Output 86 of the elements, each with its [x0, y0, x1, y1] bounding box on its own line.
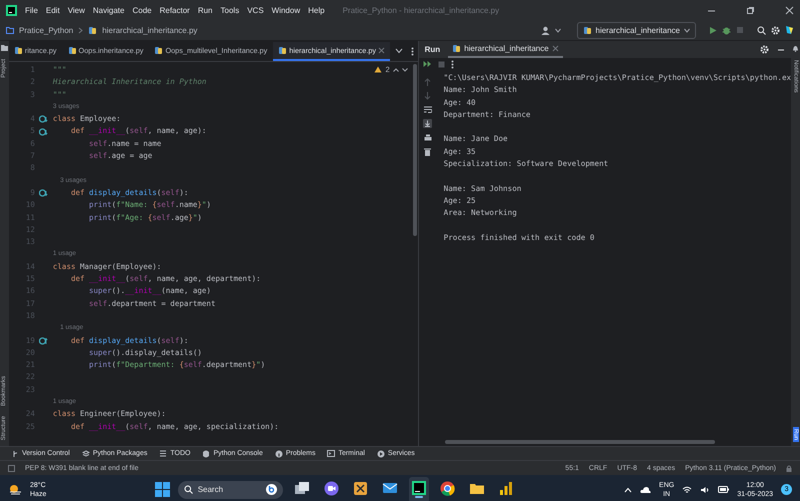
folder-icon — [468, 482, 485, 494]
folder-icon[interactable] — [0, 45, 8, 51]
browser-icon — [440, 480, 455, 496]
menu-item[interactable]: Tools — [220, 6, 240, 14]
user-icon[interactable] — [540, 26, 550, 34]
python-file-icon — [278, 46, 288, 54]
chevron-down-icon[interactable] — [402, 68, 408, 72]
search-icon — [184, 485, 193, 494]
chevron-down-icon[interactable] — [394, 48, 403, 54]
implemented-marker-icon — [39, 115, 48, 124]
start-icon[interactable] — [154, 482, 170, 497]
close-icon[interactable] — [552, 45, 559, 52]
more-icon[interactable] — [450, 60, 454, 68]
battery-icon[interactable] — [718, 486, 730, 493]
taskbar-app[interactable] — [408, 476, 429, 501]
menu-item[interactable]: Window — [272, 6, 300, 14]
breadcrumb-item[interactable]: Pratice_Python — [19, 26, 74, 34]
window-title: Pratice_Python - hierarchical_inheritance.py — [342, 6, 500, 14]
layers-icon — [82, 450, 90, 458]
menu-item[interactable]: Edit — [46, 6, 60, 14]
chevron-right-icon — [78, 26, 84, 34]
python-file-icon — [88, 26, 98, 34]
snipping-tool-icon — [352, 480, 368, 496]
bing-icon — [266, 484, 277, 495]
python-file-icon — [154, 46, 164, 54]
scroll-to-end-icon[interactable] — [423, 119, 432, 128]
menu-item[interactable]: Code — [132, 6, 152, 14]
video-chat-icon — [324, 480, 339, 496]
list-icon — [159, 450, 168, 457]
menu-item[interactable]: Run — [198, 6, 213, 14]
python-file-icon — [14, 46, 23, 54]
branch-icon — [12, 450, 19, 458]
speaker-icon[interactable] — [700, 486, 710, 494]
menu-item[interactable]: VCS — [247, 6, 264, 14]
print-icon[interactable] — [424, 134, 432, 142]
scrollbar-thumb[interactable] — [444, 440, 715, 444]
close-icon[interactable] — [785, 6, 794, 14]
search-field[interactable]: Search — [198, 485, 248, 494]
menu-item[interactable]: Help — [308, 6, 325, 14]
python-file-icon — [582, 26, 592, 34]
plugin-logo-icon[interactable] — [785, 25, 794, 35]
play-circle-icon — [376, 450, 385, 458]
rerun-icon[interactable] — [422, 60, 432, 68]
status-box-icon[interactable] — [8, 464, 15, 472]
mail-icon — [382, 482, 398, 494]
bell-icon[interactable] — [792, 45, 800, 52]
search-bar[interactable]: Search — [178, 480, 283, 498]
run-config-dropdown[interactable]: hierarchical_inheritance — [576, 22, 696, 38]
restore-icon[interactable] — [746, 6, 755, 14]
implemented-marker-icon — [39, 128, 48, 136]
weather-icon — [8, 484, 22, 496]
menu-item[interactable]: View — [68, 6, 85, 14]
scrollbar-thumb[interactable] — [412, 64, 417, 236]
windows-icon — [294, 481, 310, 495]
more-icon[interactable] — [410, 46, 414, 56]
soft-wrap-icon[interactable] — [424, 106, 432, 113]
settings-icon[interactable] — [771, 26, 780, 34]
debug-icon[interactable] — [722, 26, 731, 34]
bar-chart-icon — [498, 480, 513, 496]
caret-icon — [554, 28, 560, 32]
search-icon[interactable] — [757, 26, 766, 34]
breadcrumb-item[interactable]: hierarchical_inheritance.py — [102, 26, 198, 34]
ide-app-icon — [412, 481, 426, 495]
folder-icon — [6, 26, 14, 34]
menu-item[interactable]: File — [25, 6, 38, 14]
app-logo-icon — [6, 4, 17, 16]
caret-icon — [684, 28, 690, 32]
wifi-icon[interactable] — [682, 486, 692, 494]
panel-title: Run — [424, 45, 440, 54]
python-file-icon — [68, 46, 77, 54]
chevron-up-icon[interactable] — [392, 68, 399, 72]
trash-icon[interactable] — [424, 148, 432, 156]
menu-item[interactable]: Navigate — [92, 6, 124, 14]
run-icon[interactable] — [709, 26, 717, 34]
python-file-icon — [452, 44, 462, 53]
cloud-icon[interactable] — [640, 486, 652, 493]
overrides-marker-icon — [39, 336, 48, 345]
implemented-marker-icon — [39, 189, 48, 198]
process-tab[interactable]: hierarchical_inheritance — [448, 41, 563, 58]
settings-icon[interactable] — [760, 45, 770, 54]
terminal-icon — [327, 450, 336, 457]
info-icon — [274, 450, 283, 458]
menu-item[interactable]: Refactor — [160, 6, 190, 14]
close-icon[interactable] — [378, 46, 386, 54]
lock-icon — [786, 464, 792, 472]
warning-icon — [374, 66, 382, 73]
